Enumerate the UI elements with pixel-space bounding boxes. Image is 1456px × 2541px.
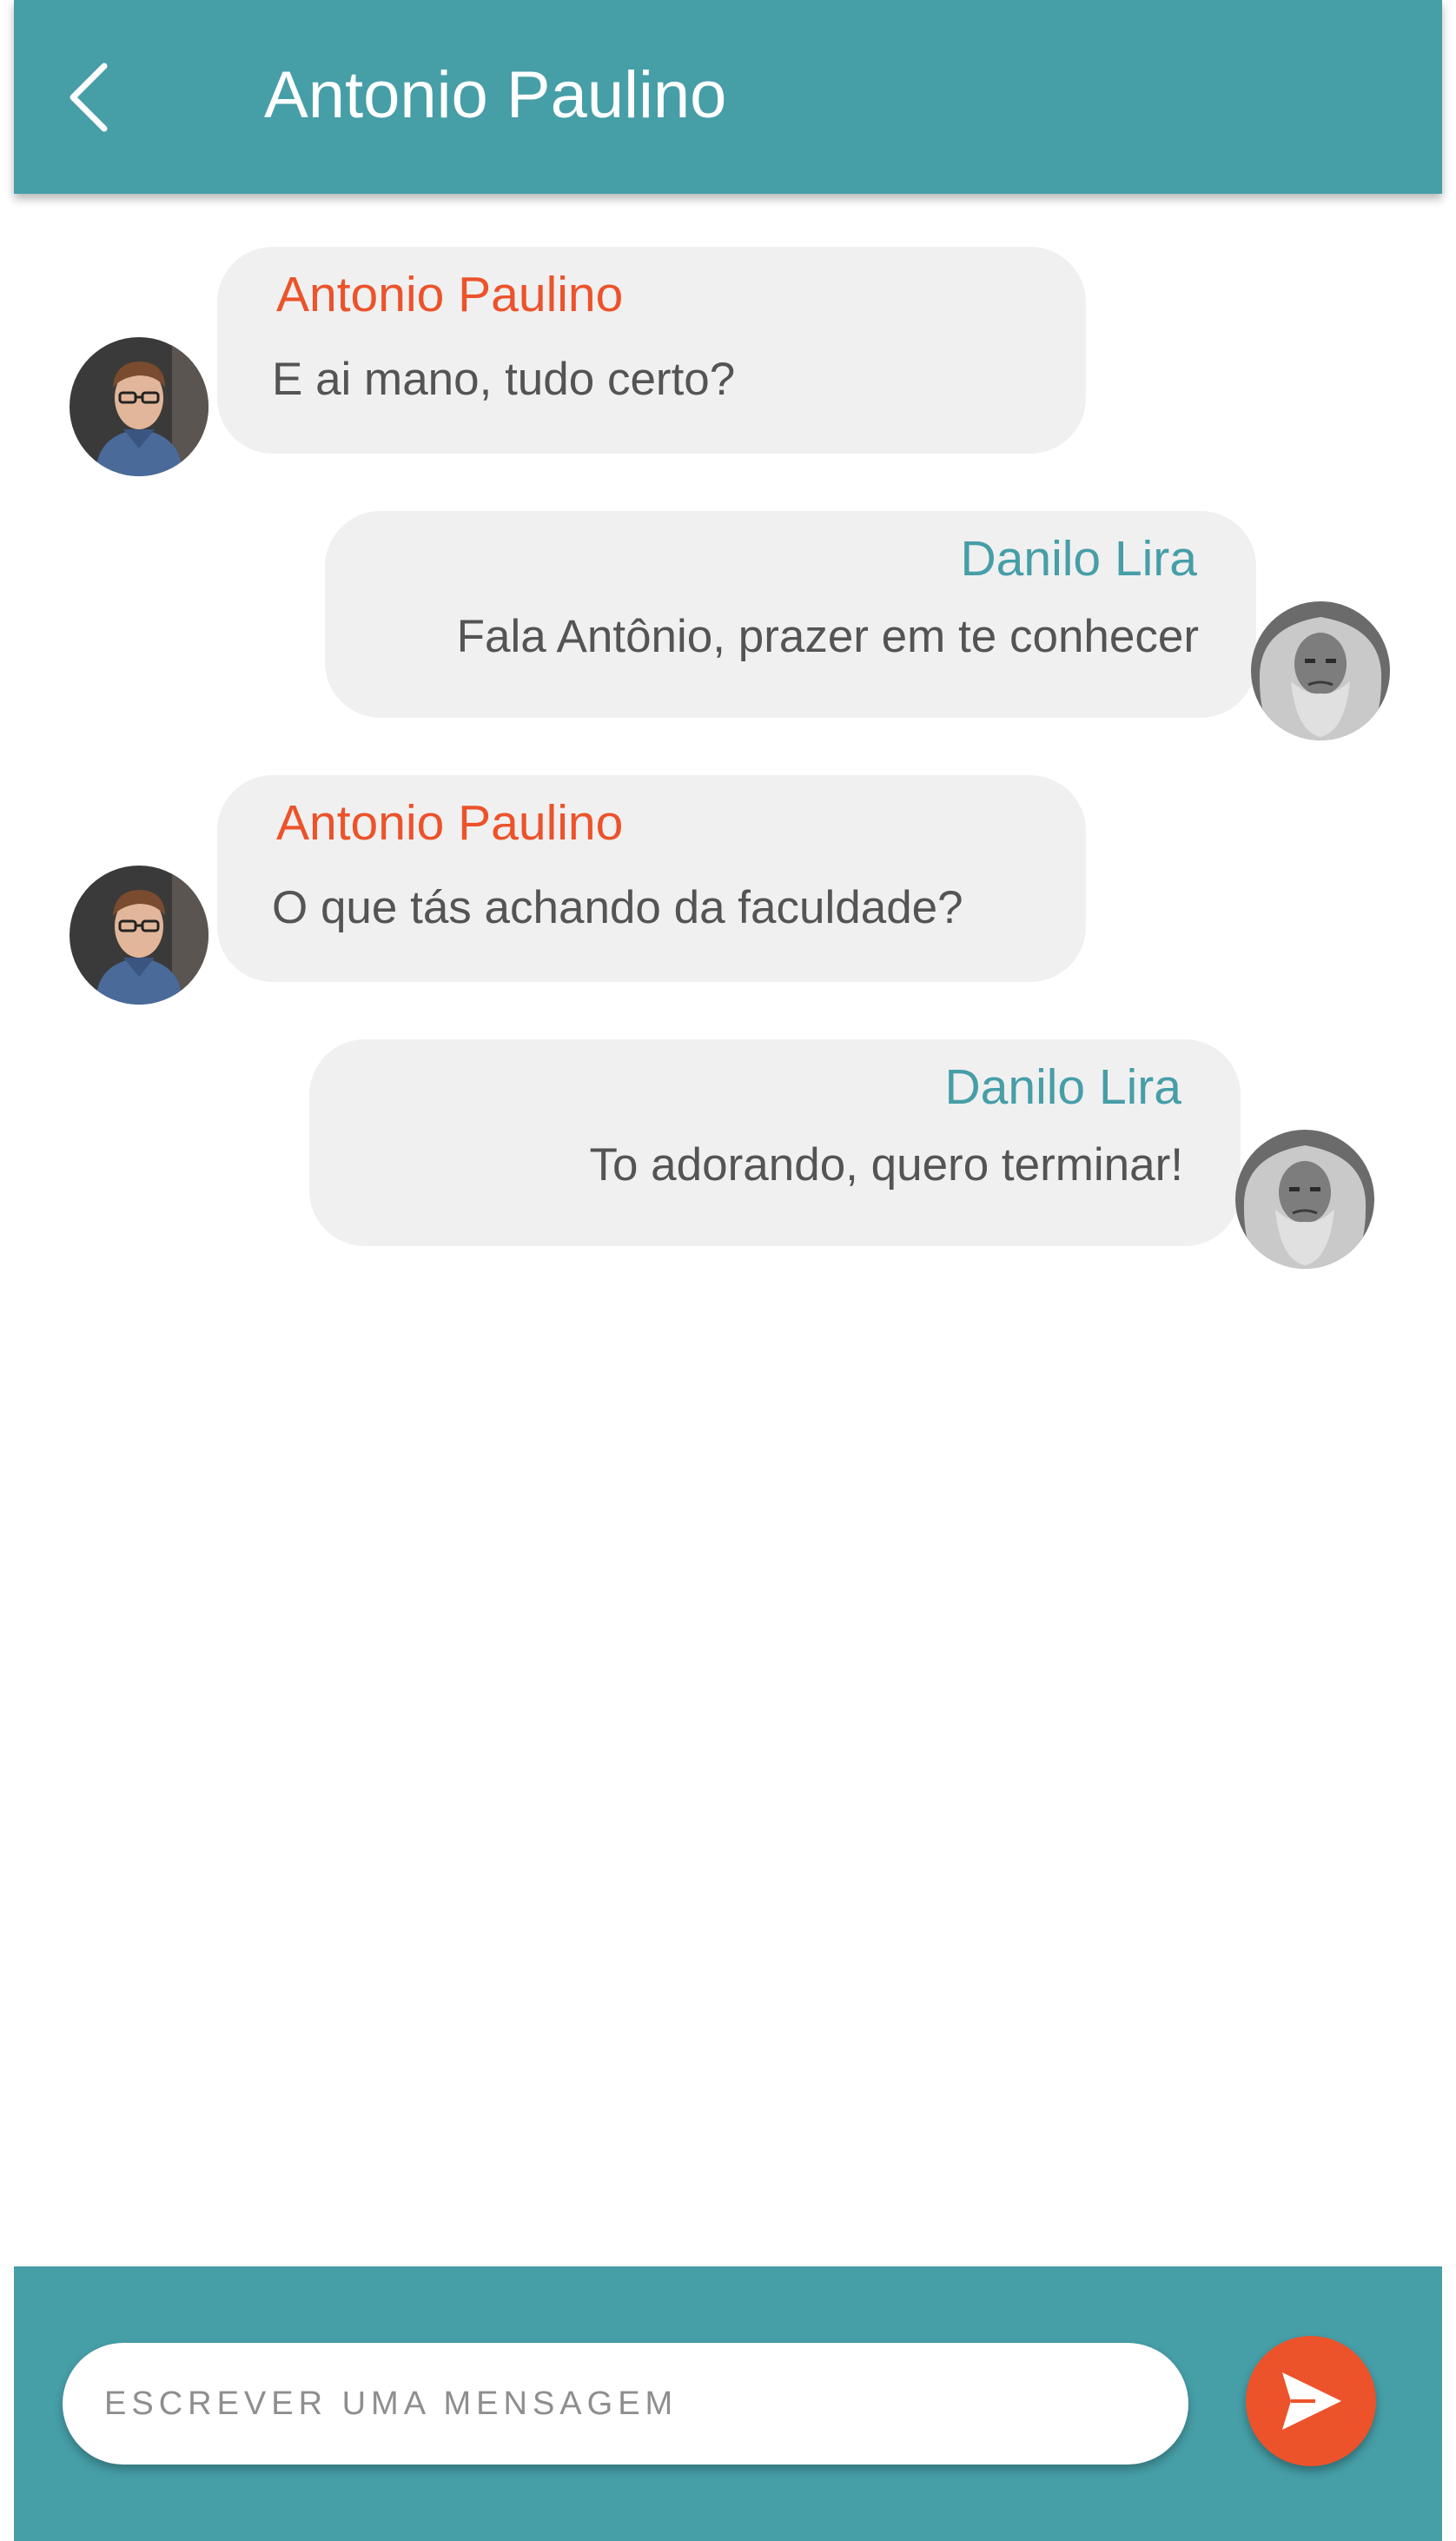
- message-text: To adorando, quero terminar!: [589, 1139, 1183, 1191]
- message-bubble-incoming: Antonio Paulino E ai mano, tudo certo?: [217, 247, 1086, 454]
- avatar-antonio: [69, 866, 208, 1005]
- message-sender-name: Danilo Lira: [944, 1059, 1181, 1115]
- avatar-antonio: [69, 337, 208, 476]
- chat-screen: Antonio Paulino Antonio Paulino E ai man…: [14, 0, 1442, 2541]
- message-sender-name: Antonio Paulino: [276, 267, 624, 322]
- page-title: Antonio Paulino: [264, 58, 727, 132]
- message-sender-name: Antonio Paulino: [276, 795, 624, 851]
- message-bubble-outgoing: Danilo Lira Fala Antônio, prazer em te c…: [325, 511, 1256, 718]
- message-bubble-outgoing: Danilo Lira To adorando, quero terminar!: [309, 1039, 1241, 1246]
- send-icon: [1282, 2372, 1341, 2430]
- avatar-danilo: [1235, 1130, 1374, 1269]
- back-button[interactable]: [45, 50, 132, 141]
- message-input[interactable]: [63, 2343, 1188, 2465]
- message-bubble-incoming: Antonio Paulino O que tás achando da fac…: [217, 775, 1086, 982]
- message-sender-name: Danilo Lira: [960, 531, 1197, 587]
- message-text: Fala Antônio, prazer em te conhecer: [456, 611, 1199, 662]
- chevron-left-icon: [69, 63, 108, 132]
- send-button[interactable]: [1246, 2336, 1376, 2466]
- app-bar: Antonio Paulino: [14, 0, 1442, 194]
- avatar-danilo: [1251, 601, 1390, 740]
- message-text: E ai mano, tudo certo?: [272, 354, 736, 405]
- message-composer: [14, 2266, 1442, 2541]
- message-text: O que tás achando da faculdade?: [272, 882, 963, 933]
